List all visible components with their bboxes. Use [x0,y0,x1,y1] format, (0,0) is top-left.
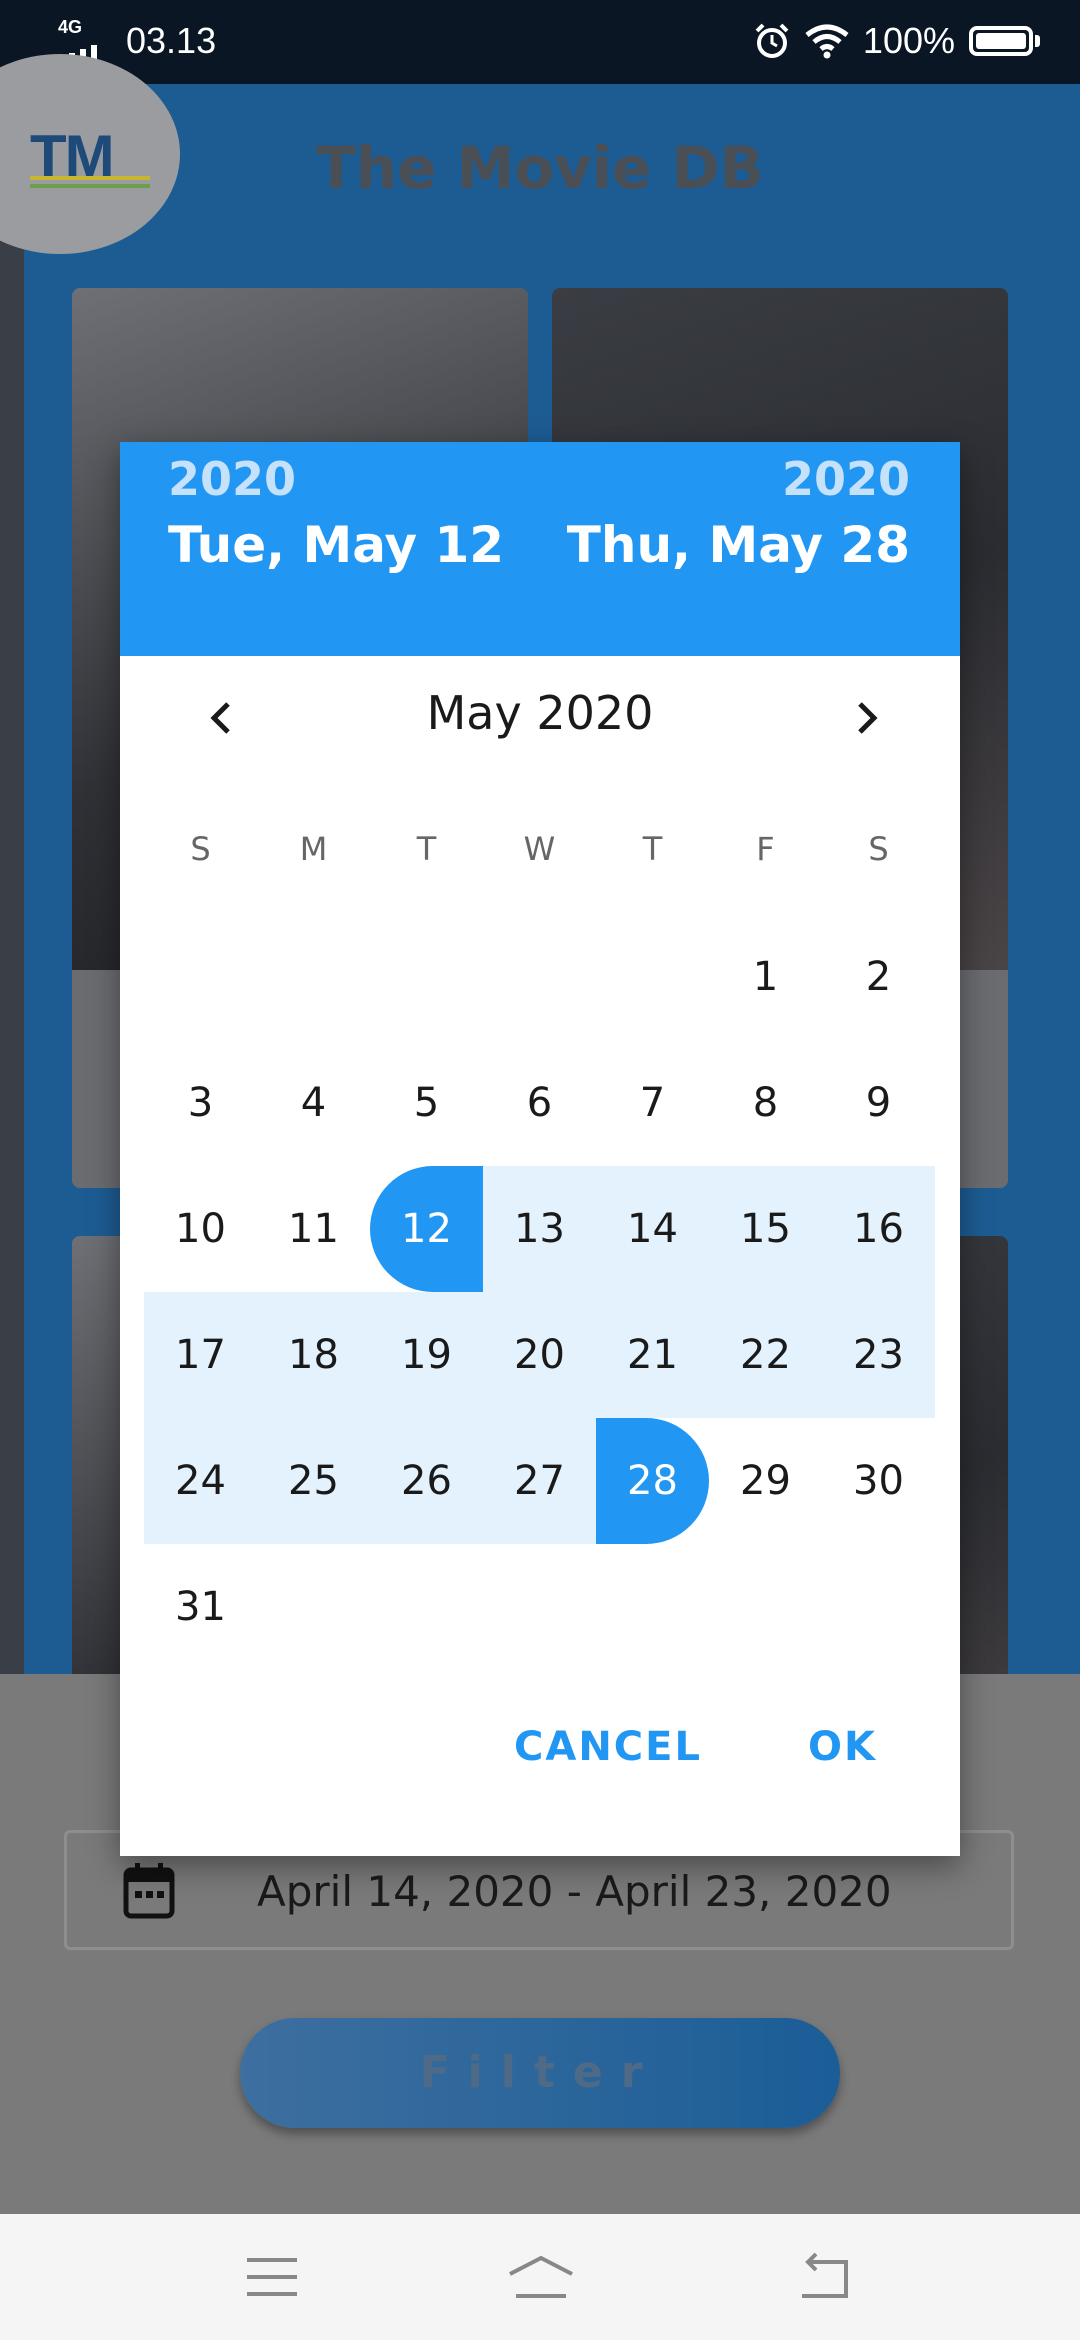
calendar-day[interactable]: 24 [144,1418,257,1544]
calendar-day[interactable]: 29 [709,1418,822,1544]
calendar-day[interactable]: 26 [370,1418,483,1544]
start-year[interactable]: 2020 [168,452,296,506]
calendar-day[interactable]: 17 [144,1292,257,1418]
status-right: 100% [753,20,1040,62]
calendar-day[interactable]: 7 [596,1040,709,1166]
calendar-day[interactable]: 23 [822,1292,935,1418]
calendar-day[interactable]: 16 [822,1166,935,1292]
calendar-day[interactable]: 15 [709,1166,822,1292]
calendar-day[interactable]: 25 [257,1418,370,1544]
menu-icon[interactable] [244,2252,300,2302]
calendar-day[interactable]: 22 [709,1292,822,1418]
calendar-day[interactable]: 20 [483,1292,596,1418]
weekday-label: W [523,830,556,868]
cancel-button[interactable]: CANCEL [514,1724,702,1770]
status-bar: 4G 03.13 100% [0,0,1080,84]
calendar-day[interactable]: 14 [596,1166,709,1292]
month-navigation: May 2020 [120,678,960,758]
calendar-day[interactable]: 6 [483,1040,596,1166]
calendar-day[interactable]: 8 [709,1040,822,1166]
dialog-header: 2020 Tue, May 12 2020 Thu, May 28 [120,442,960,656]
calendar-day[interactable]: 4 [257,1040,370,1166]
weekday-label: S [190,830,211,868]
network-type: 4G [58,17,83,37]
weekday-label: T [416,830,437,868]
battery-icon [969,26,1040,56]
weekday-label: M [299,830,328,868]
screen: 4G 03.13 100% TM The Movie DB April 14, … [0,0,1080,2340]
calendar-day[interactable]: 30 [822,1418,935,1544]
calendar-day[interactable]: 1 [709,914,822,1040]
calendar-day[interactable]: 9 [822,1040,935,1166]
back-icon[interactable] [796,2252,852,2302]
system-nav-bar [0,2214,1080,2340]
weekday-label: F [756,830,775,868]
calendar-day[interactable]: 13 [483,1166,596,1292]
calendar-day[interactable]: 27 [483,1418,596,1544]
calendar-day[interactable]: 5 [370,1040,483,1166]
calendar-day[interactable]: 31 [144,1544,257,1670]
end-year[interactable]: 2020 [782,452,910,506]
battery-percent: 100% [862,20,955,61]
calendar-day[interactable]: 18 [257,1292,370,1418]
calendar-day[interactable]: 2 [822,914,935,1040]
calendar-day[interactable]: 19 [370,1292,483,1418]
calendar-day[interactable]: 10 [144,1166,257,1292]
end-date[interactable]: Thu, May 28 [567,516,910,574]
calendar-day[interactable]: 12 [370,1166,483,1292]
calendar-day[interactable]: 21 [596,1292,709,1418]
calendar-day[interactable]: 11 [257,1166,370,1292]
home-icon[interactable] [506,2252,576,2302]
start-date[interactable]: Tue, May 12 [168,516,504,574]
chevron-right-icon[interactable] [846,698,886,738]
date-range-picker-dialog: 2020 Tue, May 12 2020 Thu, May 28 May 20… [120,442,960,1856]
weekday-label: S [868,830,889,868]
wifi-icon [805,24,849,59]
weekday-label: T [642,830,663,868]
calendar-day[interactable]: 28 [596,1418,709,1544]
alarm-icon [755,23,789,58]
calendar-day[interactable]: 3 [144,1040,257,1166]
ok-button[interactable]: OK [808,1724,877,1770]
month-title: May 2020 [426,686,654,740]
clock-time: 03.13 [126,20,217,61]
